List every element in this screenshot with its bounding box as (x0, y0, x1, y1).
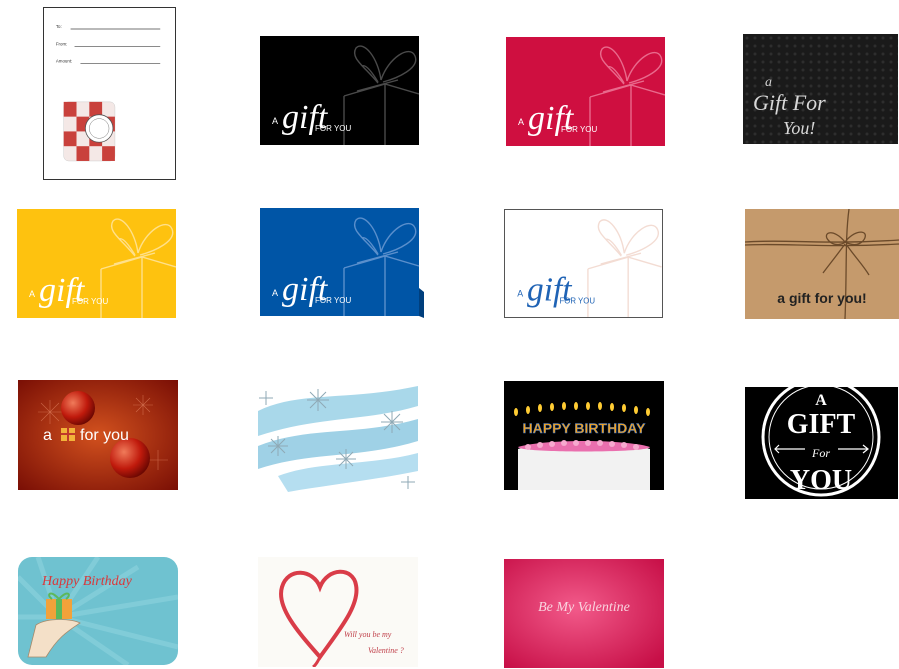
gift-card-white[interactable]: A gift FOR YOU (504, 209, 663, 318)
gift-card-christmas[interactable]: a for you (18, 380, 178, 490)
kraft-card-graphic: a gift for you! (745, 209, 899, 319)
badge-gift: GIFT (787, 409, 856, 440)
folded-corner (419, 288, 424, 318)
ornament-icon (61, 391, 95, 425)
gift-box-outline-icon (587, 219, 662, 317)
for-you-label: FOR YOU (72, 297, 109, 306)
a-label: A (29, 289, 35, 299)
dark-script-graphic: a Gift For You! (743, 34, 898, 144)
gift-card-snowflakes[interactable] (258, 381, 418, 492)
christmas-text-a: a (43, 427, 52, 444)
a-label: A (517, 288, 523, 298)
blue-card-graphic: A gift FOR YOU (260, 208, 424, 318)
a-label: A (518, 117, 524, 127)
happy-birthday-text: Happy Birthday (41, 574, 133, 589)
red-card-graphic: A gift FOR YOU (518, 46, 665, 146)
for-you-label: FOR YOU (559, 296, 595, 305)
for-you-label: FOR YOU (561, 125, 598, 134)
gift-card-kraft-twine[interactable]: a gift for you! (745, 209, 899, 319)
valentine-line2: Valentine ? (368, 646, 404, 655)
christmas-card-graphic: a for you (18, 380, 178, 490)
gift-card-printable-form[interactable]: To: From: Amount: (43, 7, 176, 180)
gift-card-yellow[interactable]: A gift FOR YOU (17, 209, 176, 318)
script-gift-for: Gift For (753, 90, 826, 115)
snowflake-card-graphic (258, 386, 418, 492)
printable-form-graphic: To: From: Amount: (56, 24, 161, 162)
amount-label: Amount: (56, 58, 72, 63)
script-a: a (765, 75, 772, 90)
gift-card-black[interactable]: A gift FOR YOU (260, 36, 419, 145)
white-card-graphic: A gift FOR YOU (517, 219, 662, 317)
badge-for: For (811, 446, 830, 460)
christmas-text-for-you: for you (80, 427, 129, 444)
gift-card-badge[interactable]: A GIFT For YOU (745, 387, 898, 499)
kraft-card-text: a gift for you! (777, 290, 866, 306)
gift-box-outline-icon (343, 45, 419, 145)
script-you: You! (783, 118, 815, 138)
gift-card-valentine-ribbon[interactable]: Will you be my Valentine ? (258, 557, 418, 667)
for-you-label: FOR YOU (315, 296, 352, 305)
checkered-gift-card-logo (63, 101, 116, 162)
gift-card-birthday-candles[interactable]: HAPPY BIRTHDAY (504, 381, 664, 490)
valentine-pink-graphic: Be My Valentine (504, 559, 664, 668)
black-card-graphic: A gift FOR YOU (272, 45, 419, 145)
yellow-card-graphic: A gift FOR YOU (29, 218, 176, 318)
be-my-valentine-text: Be My Valentine (538, 600, 630, 615)
gift-card-blue[interactable]: A gift FOR YOU (260, 208, 424, 318)
gift-box-icon (61, 428, 75, 441)
to-label: To: (56, 24, 62, 29)
valentine-ribbon-graphic: Will you be my Valentine ? (258, 557, 418, 667)
ornament-icon (110, 438, 150, 478)
a-label: A (272, 116, 278, 126)
gift-card-birthday-hand[interactable]: Happy Birthday (18, 557, 178, 665)
gift-card-red[interactable]: A gift FOR YOU (506, 37, 665, 146)
birthday-hand-graphic: Happy Birthday (18, 557, 178, 665)
gift-card-dark-script[interactable]: a Gift For You! (743, 34, 898, 144)
birthday-cake-graphic: HAPPY BIRTHDAY (504, 381, 664, 490)
for-you-label: FOR YOU (315, 124, 352, 133)
badge-a: A (815, 392, 827, 409)
gift-box-outline-icon (589, 46, 665, 146)
badge-you: YOU (790, 465, 852, 496)
badge-card-graphic: A GIFT For YOU (745, 387, 898, 499)
gift-box-outline-icon (100, 218, 176, 318)
happy-birthday-candle-text: HAPPY BIRTHDAY (523, 420, 647, 436)
gift-card-valentine-pink[interactable]: Be My Valentine (504, 559, 664, 668)
from-label: From: (56, 42, 68, 47)
valentine-line1: Will you be my (344, 630, 392, 639)
a-label: A (272, 288, 278, 298)
